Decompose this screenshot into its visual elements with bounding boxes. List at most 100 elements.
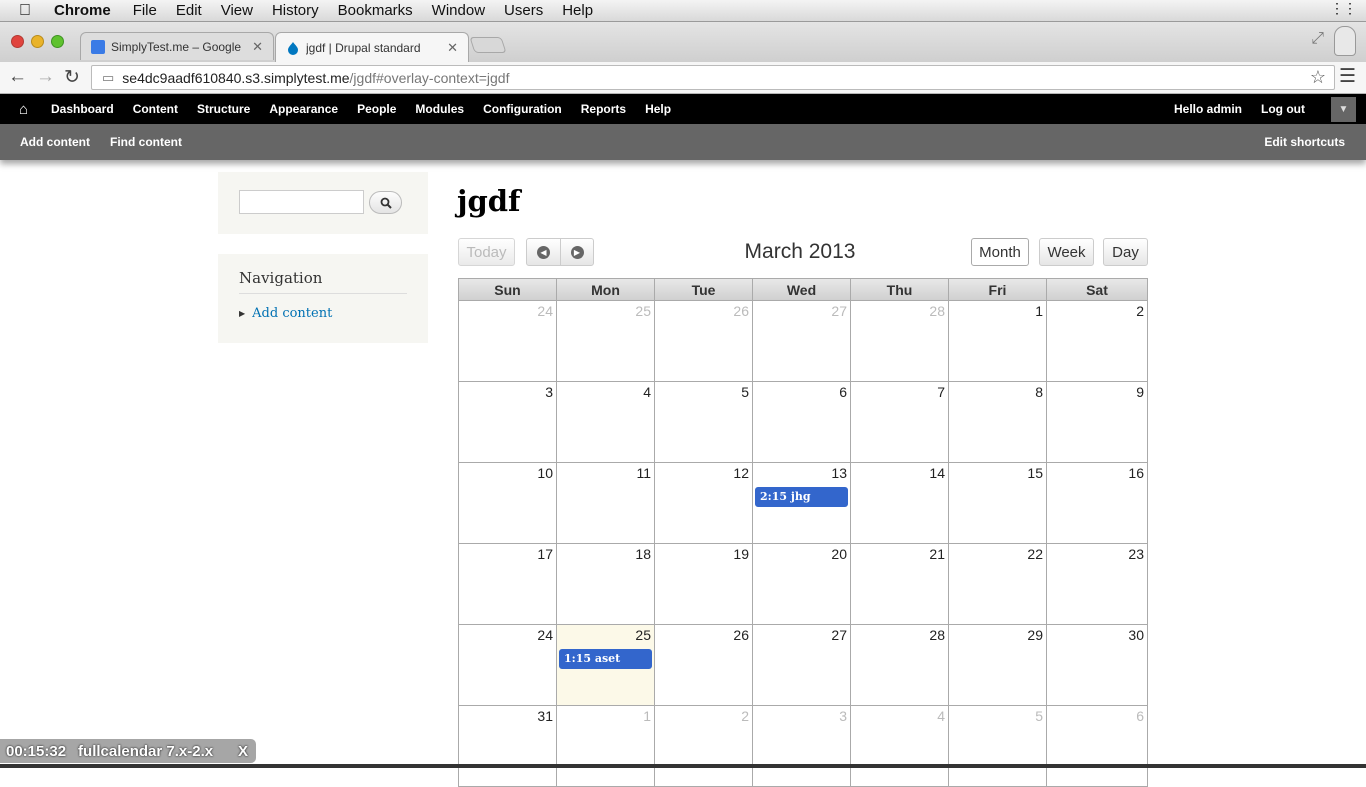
calendar-day-cell[interactable]: 16 [1047, 463, 1147, 543]
forward-icon[interactable]: → [36, 66, 55, 88]
app-menu[interactable]: Chrome [54, 2, 111, 19]
calendar-day-cell[interactable]: 8 [949, 382, 1047, 462]
fullscreen-icon[interactable]: ⤢ [1311, 30, 1324, 48]
calendar-day-cell[interactable]: 28 [851, 625, 949, 705]
admin-menu-help[interactable]: Help [645, 102, 671, 116]
back-icon[interactable]: ← [8, 66, 27, 88]
close-tab-icon[interactable]: ✕ [252, 39, 263, 55]
calendar-day-cell[interactable]: 1 [557, 706, 655, 786]
home-icon[interactable]: ⌂ [19, 101, 33, 118]
calendar-day-cell[interactable]: 28 [851, 301, 949, 381]
calendar-day-cell[interactable]: 18 [557, 544, 655, 624]
calendar-day-cell[interactable]: 25 [557, 301, 655, 381]
close-window-button[interactable] [11, 35, 24, 48]
menu-window[interactable]: Window [432, 2, 485, 19]
close-icon[interactable]: X [238, 743, 248, 760]
chrome-menu-icon[interactable]: ☰ [1339, 65, 1356, 88]
calendar-day-cell[interactable]: 3 [459, 382, 557, 462]
reload-icon[interactable]: ↻ [64, 66, 80, 89]
admin-menu-dashboard[interactable]: Dashboard [51, 102, 114, 116]
calendar-day-cell[interactable]: 26 [655, 625, 753, 705]
tab-jgdf[interactable]: jgdf | Drupal standard ✕ [275, 32, 469, 62]
calendar-day-cell[interactable]: 10 [459, 463, 557, 543]
calendar-day-cell[interactable]: 24 [459, 625, 557, 705]
close-tab-icon[interactable]: ✕ [447, 40, 458, 56]
calendar-event[interactable]: 1:15 aset [559, 649, 652, 669]
calendar-day-cell[interactable]: 11 [557, 463, 655, 543]
calendar-day-cell[interactable]: 20 [753, 544, 851, 624]
shortcut-add-content[interactable]: Add content [20, 135, 90, 149]
menu-edit[interactable]: Edit [176, 2, 202, 19]
day-view-button[interactable]: Day [1103, 238, 1148, 266]
shortcut-find-content[interactable]: Find content [110, 135, 182, 149]
zoom-window-button[interactable] [51, 35, 64, 48]
hello-admin-link[interactable]: Hello admin [1174, 102, 1242, 116]
more-icon[interactable]: ⋮⋮ [1330, 0, 1357, 17]
calendar-day-cell[interactable]: 7 [851, 382, 949, 462]
logout-link[interactable]: Log out [1261, 102, 1305, 116]
menu-view[interactable]: View [221, 2, 253, 19]
next-month-button[interactable]: ▶ [560, 238, 594, 266]
menu-file[interactable]: File [133, 2, 157, 19]
nav-add-content-link[interactable]: ▶ Add content [239, 306, 332, 321]
calendar-day-cell[interactable]: 19 [655, 544, 753, 624]
today-button[interactable]: Today [458, 238, 515, 266]
calendar-day-cell[interactable]: 24 [459, 301, 557, 381]
calendar-day-cell[interactable]: 25 1:15 aset [557, 625, 655, 705]
new-tab-button[interactable] [469, 37, 507, 53]
calendar-day-cell[interactable]: 6 [1047, 706, 1147, 786]
calendar-day-cell[interactable]: 1 [949, 301, 1047, 381]
calendar-day-cell[interactable]: 30 [1047, 625, 1147, 705]
month-view-button[interactable]: Month [971, 238, 1029, 266]
calendar-day-cell[interactable]: 4 [851, 706, 949, 786]
calendar-day-cell[interactable]: 23 [1047, 544, 1147, 624]
calendar-day-cell[interactable]: 9 [1047, 382, 1147, 462]
menu-bookmarks[interactable]: Bookmarks [338, 2, 413, 19]
calendar-day-cell[interactable]: 31 [459, 706, 557, 786]
admin-menu-content[interactable]: Content [133, 102, 178, 116]
menu-users[interactable]: Users [504, 2, 543, 19]
edit-shortcuts-link[interactable]: Edit shortcuts [1264, 135, 1345, 149]
day-number: 27 [831, 303, 847, 319]
calendar-day-cell[interactable]: 3 [753, 706, 851, 786]
calendar-day-cell[interactable]: 5 [655, 382, 753, 462]
admin-menu-structure[interactable]: Structure [197, 102, 250, 116]
calendar-day-cell[interactable]: 27 [753, 301, 851, 381]
profile-avatar-icon[interactable] [1334, 26, 1356, 56]
timer-label: fullcalendar 7.x-2.x [78, 742, 214, 760]
calendar-day-cell[interactable]: 21 [851, 544, 949, 624]
address-bar[interactable]: ▭ se4dc9aadf610840.s3.simplytest.me/jgdf… [91, 65, 1335, 90]
calendar-day-cell[interactable]: 6 [753, 382, 851, 462]
calendar-day-cell[interactable]: 17 [459, 544, 557, 624]
admin-menu-reports[interactable]: Reports [581, 102, 626, 116]
calendar-day-cell[interactable]: 5 [949, 706, 1047, 786]
calendar-title: March 2013 [744, 240, 856, 263]
calendar-day-cell[interactable]: 14 [851, 463, 949, 543]
calendar-day-cell[interactable]: 29 [949, 625, 1047, 705]
calendar-day-cell[interactable]: 4 [557, 382, 655, 462]
calendar-day-cell[interactable]: 2 [655, 706, 753, 786]
week-view-button[interactable]: Week [1039, 238, 1094, 266]
admin-menu-people[interactable]: People [357, 102, 396, 116]
calendar-day-cell[interactable]: 13 2:15 jhg [753, 463, 851, 543]
calendar-day-cell[interactable]: 27 [753, 625, 851, 705]
admin-menu-appearance[interactable]: Appearance [269, 102, 338, 116]
tab-simplytest[interactable]: SimplyTest.me – Google D ✕ [80, 32, 274, 60]
bookmark-star-icon[interactable]: ☆ [1310, 67, 1326, 88]
calendar-day-cell[interactable]: 2 [1047, 301, 1147, 381]
calendar-day-cell[interactable]: 26 [655, 301, 753, 381]
menu-history[interactable]: History [272, 2, 319, 19]
calendar-day-cell[interactable]: 15 [949, 463, 1047, 543]
admin-menu-configuration[interactable]: Configuration [483, 102, 562, 116]
calendar-day-cell[interactable]: 22 [949, 544, 1047, 624]
search-button[interactable] [369, 191, 402, 214]
prev-month-button[interactable]: ◀ [526, 238, 561, 266]
shortcuts-toggle-icon[interactable]: ▼ [1331, 96, 1356, 122]
minimize-window-button[interactable] [31, 35, 44, 48]
calendar-day-cell[interactable]: 12 [655, 463, 753, 543]
admin-menu-modules[interactable]: Modules [415, 102, 464, 116]
calendar-event[interactable]: 2:15 jhg [755, 487, 848, 507]
search-input[interactable] [239, 190, 364, 214]
menu-help[interactable]: Help [562, 2, 593, 19]
apple-icon[interactable]:  [19, 2, 39, 20]
